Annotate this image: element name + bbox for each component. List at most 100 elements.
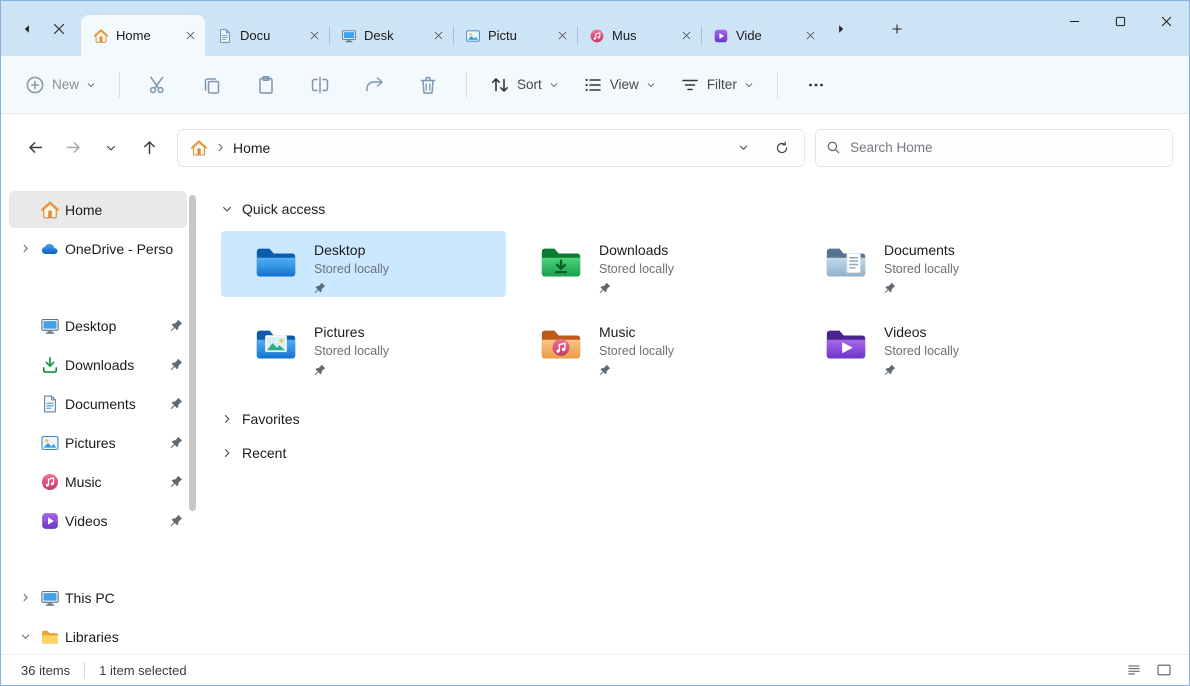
desktop-folder-icon bbox=[253, 241, 299, 287]
tab-videos[interactable]: Vide bbox=[701, 15, 825, 56]
search-box[interactable] bbox=[815, 129, 1173, 167]
maximize-icon bbox=[1115, 16, 1126, 27]
tile-name: Music bbox=[599, 322, 674, 342]
sidebar-item-libraries[interactable]: Libraries bbox=[9, 618, 187, 655]
sidebar-item-onedrive[interactable]: OneDrive - Perso bbox=[9, 230, 187, 267]
tile-name: Desktop bbox=[314, 240, 389, 260]
close-icon bbox=[1161, 16, 1172, 27]
paste-button[interactable] bbox=[243, 67, 289, 103]
search-input[interactable] bbox=[850, 140, 1162, 155]
sidebar-scrollbar[interactable] bbox=[189, 195, 196, 511]
refresh-button[interactable] bbox=[766, 133, 798, 163]
new-button[interactable]: New bbox=[15, 67, 106, 103]
documents-folder-icon bbox=[823, 241, 869, 287]
view-button-label: View bbox=[610, 77, 639, 92]
collapse-chevron[interactable] bbox=[15, 631, 35, 642]
sidebar-item-desktop[interactable]: Desktop bbox=[9, 307, 187, 344]
filter-button[interactable]: Filter bbox=[670, 67, 764, 103]
new-button-label: New bbox=[52, 77, 79, 92]
back-button[interactable] bbox=[17, 131, 53, 165]
window-controls bbox=[1051, 1, 1189, 41]
this-pc-icon bbox=[40, 588, 60, 608]
videos-icon bbox=[713, 28, 729, 44]
close-tab-icon[interactable] bbox=[181, 27, 199, 45]
sidebar-item-videos[interactable]: Videos bbox=[9, 502, 187, 539]
pin-icon bbox=[314, 282, 326, 294]
quick-access-section-header[interactable]: Quick access bbox=[221, 195, 325, 223]
recent-section-header[interactable]: Recent bbox=[221, 439, 286, 467]
up-button[interactable] bbox=[131, 131, 167, 165]
sidebar-item-label: Downloads bbox=[65, 357, 165, 373]
close-window-button[interactable] bbox=[1143, 1, 1189, 41]
new-tab-button[interactable] bbox=[881, 14, 913, 44]
section-label: Quick access bbox=[242, 201, 325, 217]
maximize-button[interactable] bbox=[1097, 1, 1143, 41]
folder-tile-documents[interactable]: Documents Stored locally bbox=[791, 231, 1076, 297]
sidebar-item-documents[interactable]: Documents bbox=[9, 385, 187, 422]
view-button[interactable]: View bbox=[573, 67, 666, 103]
sidebar-item-music[interactable]: Music bbox=[9, 463, 187, 500]
forward-button[interactable] bbox=[55, 131, 91, 165]
libraries-folder-icon bbox=[40, 627, 60, 647]
rename-button[interactable] bbox=[297, 67, 343, 103]
minimize-button[interactable] bbox=[1051, 1, 1097, 41]
downloads-icon bbox=[40, 355, 60, 375]
tab-documents[interactable]: Docu bbox=[205, 15, 329, 56]
close-tab-icon[interactable] bbox=[429, 27, 447, 45]
tab-pictures[interactable]: Pictu bbox=[453, 15, 577, 56]
copy-button[interactable] bbox=[189, 67, 235, 103]
tile-subtitle: Stored locally bbox=[314, 260, 389, 278]
close-tab-icon[interactable] bbox=[553, 27, 571, 45]
recent-locations-button[interactable] bbox=[93, 131, 129, 165]
pin-icon bbox=[170, 475, 183, 488]
sidebar-item-label: Documents bbox=[65, 396, 165, 412]
delete-button[interactable] bbox=[405, 67, 451, 103]
toolbar-divider bbox=[777, 72, 778, 98]
see-more-button[interactable] bbox=[793, 67, 839, 103]
sidebar-item-label: OneDrive - Perso bbox=[65, 241, 183, 257]
close-tab-icon[interactable] bbox=[677, 27, 695, 45]
folder-tile-music[interactable]: Music Stored locally bbox=[506, 313, 791, 379]
sidebar-item-home[interactable]: Home bbox=[9, 191, 187, 228]
tab-strip-close-button[interactable] bbox=[43, 14, 75, 44]
address-bar[interactable]: Home bbox=[177, 129, 805, 167]
favorites-section-header[interactable]: Favorites bbox=[221, 405, 300, 433]
share-button[interactable] bbox=[351, 67, 397, 103]
large-icons-view-button[interactable] bbox=[1151, 658, 1177, 682]
tab-home[interactable]: Home bbox=[81, 15, 205, 56]
tab-scroll-left-button[interactable] bbox=[11, 14, 43, 44]
close-tab-icon[interactable] bbox=[801, 27, 819, 45]
tab-scroll-right-button[interactable] bbox=[825, 14, 857, 44]
tab-desktop[interactable]: Desk bbox=[329, 15, 453, 56]
details-view-button[interactable] bbox=[1121, 658, 1147, 682]
pin-icon bbox=[170, 358, 183, 371]
close-icon bbox=[53, 23, 65, 35]
home-icon bbox=[190, 139, 208, 157]
tab-music[interactable]: Mus bbox=[577, 15, 701, 56]
breadcrumb[interactable]: Home bbox=[233, 140, 270, 156]
sidebar-item-downloads[interactable]: Downloads bbox=[9, 346, 187, 383]
expand-chevron[interactable] bbox=[15, 592, 35, 603]
desktop-icon bbox=[40, 316, 60, 336]
folder-tile-desktop[interactable]: Desktop Stored locally bbox=[221, 231, 506, 297]
share-icon bbox=[364, 75, 384, 95]
caret-right-icon bbox=[835, 23, 847, 35]
tile-subtitle: Stored locally bbox=[884, 260, 959, 278]
delete-icon bbox=[418, 75, 438, 95]
tab-label: Desk bbox=[364, 28, 422, 43]
paste-icon bbox=[256, 75, 276, 95]
chevron-down-icon bbox=[86, 80, 96, 90]
sidebar-item-pictures[interactable]: Pictures bbox=[9, 424, 187, 461]
close-tab-icon[interactable] bbox=[305, 27, 323, 45]
cut-button[interactable] bbox=[135, 67, 181, 103]
folder-tile-videos[interactable]: Videos Stored locally bbox=[791, 313, 1076, 379]
folder-tile-pictures[interactable]: Pictures Stored locally bbox=[221, 313, 506, 379]
address-dropdown-button[interactable] bbox=[727, 133, 759, 163]
sort-button[interactable]: Sort bbox=[480, 67, 569, 103]
tile-subtitle: Stored locally bbox=[314, 342, 389, 360]
sidebar-item-this-pc[interactable]: This PC bbox=[9, 579, 187, 616]
expand-chevron[interactable] bbox=[15, 243, 35, 254]
toolbar-divider bbox=[119, 72, 120, 98]
content-pane: Quick access Desktop Stored locally Down… bbox=[199, 181, 1189, 654]
folder-tile-downloads[interactable]: Downloads Stored locally bbox=[506, 231, 791, 297]
